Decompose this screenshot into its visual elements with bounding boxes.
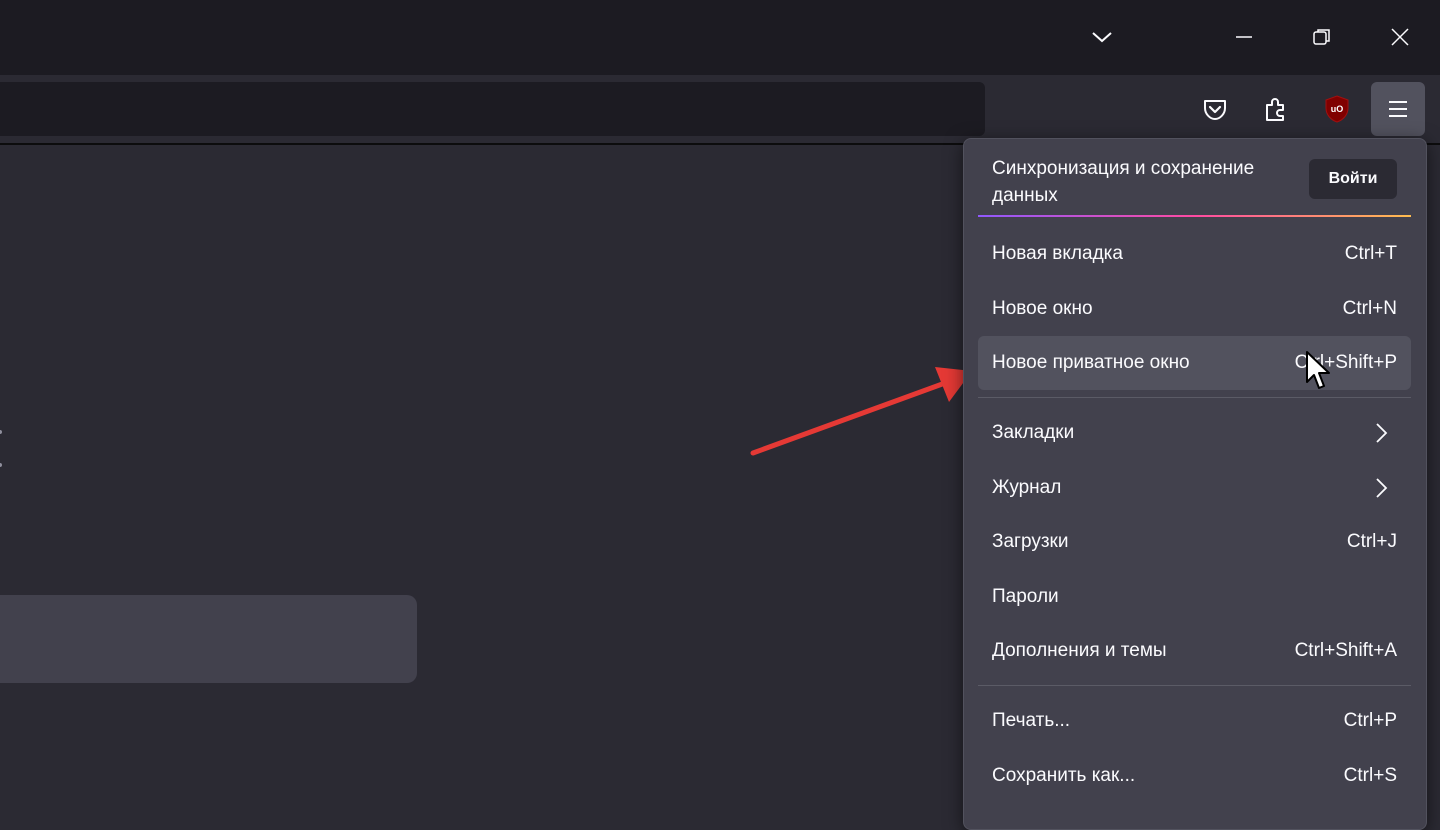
- menu-item-passwords[interactable]: Пароли: [978, 570, 1411, 624]
- chevron-right-icon: [1376, 423, 1388, 443]
- chevron-down-icon: [1092, 32, 1112, 43]
- signin-button[interactable]: Войти: [1309, 159, 1397, 199]
- menu-item-new-private-window[interactable]: Новое приватное окно Ctrl+Shift+P: [978, 336, 1411, 390]
- search-box[interactable]: [0, 595, 417, 683]
- menu-separator: [978, 397, 1411, 398]
- menu-item-label: Дополнения и темы: [992, 640, 1167, 661]
- sync-text: Синхронизация и сохранение данных: [992, 158, 1255, 206]
- menu-item-shortcut: Ctrl+Shift+A: [1294, 640, 1397, 661]
- menu-item-label: Журнал: [992, 477, 1062, 498]
- app-menu-panel: Синхронизация и сохранение данных Войти …: [963, 138, 1427, 830]
- close-button[interactable]: [1377, 14, 1423, 60]
- pocket-icon: [1204, 100, 1226, 120]
- menu-item-label: Новое окно: [992, 298, 1093, 319]
- minimize-button[interactable]: [1221, 14, 1267, 60]
- menu-item-label: Закладки: [992, 422, 1075, 443]
- menu-item-label: Новое приватное окно: [992, 352, 1190, 373]
- restore-button[interactable]: [1299, 14, 1345, 60]
- title-bar: [0, 0, 1440, 75]
- menu-item-print[interactable]: Печать... Ctrl+P: [978, 694, 1411, 748]
- minimize-icon: [1236, 36, 1252, 38]
- edge-mark: [0, 463, 2, 467]
- ublock-label: uO: [1331, 104, 1344, 114]
- menu-item-bookmarks[interactable]: Закладки: [978, 406, 1411, 460]
- close-icon: [1391, 28, 1409, 46]
- menu-item-label: Загрузки: [992, 531, 1069, 552]
- menu-item-history[interactable]: Журнал: [978, 461, 1411, 515]
- address-bar[interactable]: [0, 82, 985, 136]
- menu-item-label: Сохранить как...: [992, 765, 1136, 786]
- menu-item-label: Пароли: [992, 586, 1059, 607]
- mouse-cursor-icon: [1306, 351, 1330, 389]
- navigation-toolbar: uO: [0, 75, 1440, 145]
- menu-item-new-tab[interactable]: Новая вкладка Ctrl+T: [978, 227, 1411, 281]
- menu-item-shortcut: Ctrl+S: [1343, 765, 1397, 786]
- ublock-origin-button[interactable]: uO: [1310, 82, 1364, 136]
- puzzle-icon: [1266, 98, 1284, 121]
- app-menu-button[interactable]: [1371, 82, 1425, 136]
- menu-separator: [978, 685, 1411, 686]
- menu-item-save-as[interactable]: Сохранить как... Ctrl+S: [978, 749, 1411, 803]
- menu-item-new-window[interactable]: Новое окно Ctrl+N: [978, 282, 1411, 336]
- edge-mark: [0, 430, 2, 434]
- ublock-origin-icon: uO: [1325, 95, 1349, 123]
- restore-icon: [1313, 29, 1330, 45]
- extensions-button[interactable]: [1249, 82, 1303, 136]
- list-all-tabs-button[interactable]: [1079, 14, 1125, 60]
- menu-item-downloads[interactable]: Загрузки Ctrl+J: [978, 515, 1411, 569]
- sync-divider: [978, 215, 1411, 217]
- menu-item-addons-themes[interactable]: Дополнения и темы Ctrl+Shift+A: [978, 624, 1411, 678]
- pocket-button[interactable]: [1188, 82, 1242, 136]
- menu-item-shortcut: Ctrl+T: [1344, 243, 1397, 264]
- menu-item-shortcut: Ctrl+P: [1343, 710, 1397, 731]
- hamburger-menu-icon: [1389, 101, 1407, 117]
- chevron-right-icon: [1376, 478, 1388, 498]
- menu-item-shortcut: Ctrl+J: [1346, 531, 1397, 552]
- sync-section: Синхронизация и сохранение данных Войти: [979, 149, 1411, 217]
- menu-item-label: Печать...: [992, 710, 1071, 731]
- menu-item-shortcut: Ctrl+N: [1342, 298, 1397, 319]
- annotation-arrow: [750, 367, 972, 456]
- menu-item-label: Новая вкладка: [992, 243, 1123, 264]
